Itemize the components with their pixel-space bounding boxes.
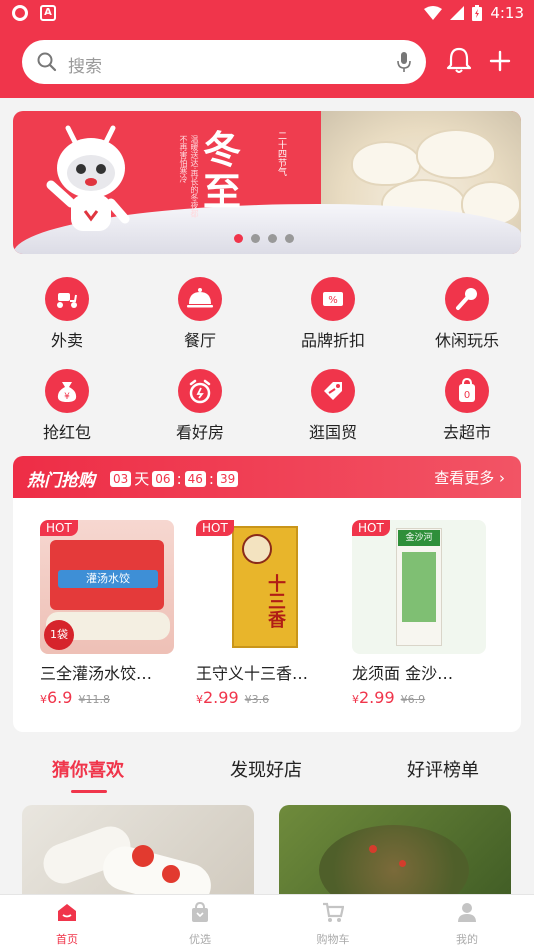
flash-sale-title: 热门抢购 (27, 471, 95, 491)
svg-text:%: % (328, 295, 338, 306)
bottom-navigation: 首页 优选 购物车 我的 (0, 894, 534, 950)
countdown-minutes: 46 (184, 470, 206, 487)
svg-text:¥: ¥ (64, 392, 70, 402)
promo-banner[interactable]: 温暖送达·再长的冬夜都不再害怕寒冷 冬至 二十四节气 (13, 111, 521, 254)
countdown-hours: 06 (152, 470, 174, 487)
category-leisure[interactable]: 休闲玩乐 (417, 277, 517, 351)
product-name: 王守义十三香… (196, 664, 309, 683)
countdown-days-unit: 天 (134, 470, 150, 488)
product-card[interactable]: 金沙河 HOT 龙须面 金沙… ¥2.99 ¥6.9 (352, 520, 502, 707)
banner-dot[interactable] (268, 234, 277, 243)
current-price: ¥2.99 (352, 688, 395, 707)
tab-recommended[interactable]: 猜你喜欢 (52, 756, 124, 782)
search-icon (37, 52, 57, 72)
product-price-row: ¥2.99 ¥6.9 (352, 688, 502, 707)
sync-icon (12, 5, 28, 21)
product-price-row: ¥6.9 ¥11.8 (40, 688, 190, 707)
count-badge: 1袋 (44, 620, 74, 650)
bag-icon (192, 901, 208, 922)
category-supermarket[interactable]: 0 去超市 (417, 369, 517, 443)
product-image: 灌汤水饺 1袋 HOT (40, 520, 174, 654)
search-bar[interactable]: 搜索 (22, 40, 426, 84)
money-bag-icon: ¥ (45, 369, 89, 413)
original-price: ¥11.8 (78, 693, 110, 706)
search-placeholder: 搜索 (68, 57, 102, 77)
current-price: ¥6.9 (40, 688, 73, 707)
dragon-mascot-image (46, 125, 130, 231)
product-image: 金沙河 HOT (352, 520, 486, 654)
hot-tag: HOT (40, 520, 78, 536)
category-red-packet[interactable]: ¥ 抢红包 (17, 369, 117, 443)
home-icon (58, 904, 76, 921)
microphone-icon[interactable] (396, 51, 412, 73)
see-more-link[interactable]: 查看更多 › (434, 467, 505, 488)
nav-cart[interactable]: 购物车 (293, 901, 373, 947)
product-name: 三全灌汤水饺… (40, 664, 153, 683)
product-image: 十三香 HOT (196, 520, 330, 654)
category-takeout[interactable]: 外卖 (17, 277, 117, 351)
signal-icon (450, 6, 465, 20)
banner-dot[interactable] (251, 234, 260, 243)
banner-subtitle: 二十四节气 (276, 131, 286, 176)
tab-top-rated[interactable]: 好评榜单 (407, 756, 479, 782)
user-icon (458, 903, 476, 922)
tag-icon (311, 369, 355, 413)
battery-icon (472, 5, 483, 21)
product-name: 龙须面 金沙… (352, 664, 454, 683)
banner-dot[interactable] (234, 234, 243, 243)
current-price: ¥2.99 (196, 688, 239, 707)
app-a-icon: A (40, 5, 56, 21)
flash-sale-section: 热门抢购 03 天 06 : 46 : 39 查看更多 › 灌汤水饺 1袋 HO… (13, 456, 521, 732)
category-house[interactable]: 看好房 (150, 369, 250, 443)
dining-cloche-icon (178, 277, 222, 321)
hot-tag: HOT (196, 520, 234, 536)
hot-tag: HOT (352, 520, 390, 536)
discount-ticket-icon: % (311, 277, 355, 321)
product-card[interactable]: 十三香 HOT 王守义十三香… ¥2.99 ¥3.6 (196, 520, 346, 707)
nav-featured[interactable]: 优选 (160, 901, 240, 947)
product-price-row: ¥2.99 ¥3.6 (196, 688, 346, 707)
shopping-bag-icon: 0 (445, 369, 489, 413)
active-tab-indicator (71, 790, 107, 793)
banner-pagination[interactable] (234, 234, 294, 243)
banner-caption: 温暖送达·再长的冬夜都不再害怕寒冷 (179, 135, 199, 218)
microphone-icon (445, 277, 489, 321)
status-bar: A 4:13 (0, 0, 534, 28)
banner-title: 冬至 (203, 127, 242, 214)
alarm-clock-icon (178, 369, 222, 413)
flash-sale-header: 热门抢购 03 天 06 : 46 : 39 查看更多 › (13, 456, 521, 498)
feed-tabs: 猜你喜欢 发现好店 好评榜单 (0, 750, 534, 796)
category-mall[interactable]: 逛国贸 (283, 369, 383, 443)
svg-text:0: 0 (464, 390, 470, 401)
tab-discover-stores[interactable]: 发现好店 (230, 756, 302, 782)
cart-icon (323, 902, 345, 922)
countdown-seconds: 39 (216, 470, 239, 487)
original-price: ¥6.9 (400, 693, 426, 706)
bell-icon[interactable] (446, 46, 472, 74)
countdown-days: 03 (110, 470, 132, 487)
nav-profile[interactable]: 我的 (427, 901, 507, 947)
top-header: 搜索 (0, 28, 534, 98)
banner-dot[interactable] (285, 234, 294, 243)
countdown-timer: 03 天 06 : 46 : 39 (110, 468, 239, 489)
category-restaurant[interactable]: 餐厅 (150, 277, 250, 351)
category-brand-discount[interactable]: % 品牌折扣 (283, 277, 383, 351)
scooter-icon (45, 277, 89, 321)
chevron-right-icon: › (499, 469, 505, 487)
plus-icon[interactable] (489, 50, 511, 72)
nav-home[interactable]: 首页 (27, 901, 107, 947)
product-card[interactable]: 灌汤水饺 1袋 HOT 三全灌汤水饺… ¥6.9 ¥11.8 (40, 520, 190, 707)
status-time: 4:13 (490, 4, 524, 22)
wifi-icon (424, 6, 443, 20)
original-price: ¥3.6 (244, 693, 270, 706)
